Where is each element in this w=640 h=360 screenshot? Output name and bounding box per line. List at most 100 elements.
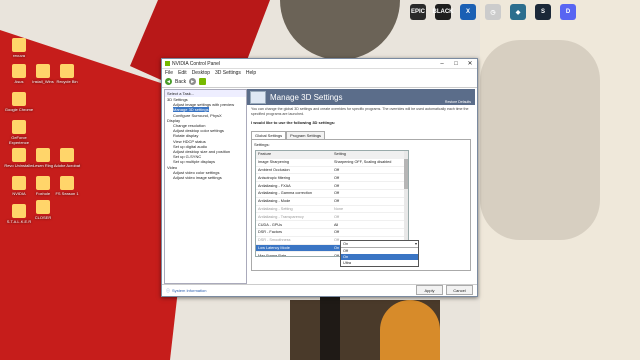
settings-row[interactable]: Antialiasing - Setting None [256, 206, 408, 214]
tree-item[interactable]: Adjust video image settings [165, 175, 246, 180]
settings-row[interactable]: Antialiasing - Transparency Off [256, 213, 408, 222]
apply-button[interactable]: Apply [416, 285, 443, 295]
desktop-icon-label: GeForce Experience [8, 135, 29, 145]
desktop-icon[interactable]: Foxhole [26, 176, 60, 196]
tab-global-settings[interactable]: Global Settings [251, 131, 287, 139]
dropdown-current[interactable]: On ▾ [341, 241, 418, 248]
folder-icon [12, 64, 26, 78]
game-icon[interactable]: ◆ [510, 4, 526, 20]
settings-row[interactable]: Antialiasing - FXAA Off [256, 182, 408, 190]
settings-feature: DSR - Factors [258, 230, 283, 235]
folder-icon [36, 64, 50, 78]
settings-value: Off [334, 230, 339, 235]
clock-icon[interactable]: ◷ [485, 4, 501, 20]
desktop-icon[interactable]: Google Chrome [2, 92, 36, 112]
low-latency-mode-dropdown[interactable]: On ▾ Off On Ultra [340, 240, 419, 267]
tab-program-settings[interactable]: Program Settings [286, 131, 326, 139]
window-titlebar[interactable]: NVIDIA Control Panel – □ ✕ [162, 59, 477, 69]
page-description: You can change the global 3D settings an… [251, 107, 469, 116]
desktop-icon[interactable]: Recycle Bin [50, 64, 84, 84]
settings-feature: CUDA - GPUs [258, 222, 283, 227]
menu-3d-settings[interactable]: 3D Settings [215, 70, 241, 76]
settings-row[interactable]: Ambient Occlusion Off [256, 167, 408, 175]
back-arrow-icon[interactable]: ◄ [165, 78, 172, 85]
nvidia-control-panel-window: NVIDIA Control Panel – □ ✕ File Edit Des… [161, 58, 478, 297]
xbox-icon[interactable]: X [460, 4, 476, 20]
system-information-link[interactable]: ⓘ System Information [166, 288, 206, 294]
grid-header: Feature Setting [256, 151, 408, 159]
restore-defaults-link[interactable]: Restore Defaults [445, 100, 471, 104]
menu-edit[interactable]: Edit [178, 70, 187, 76]
forward-arrow-icon[interactable]: ► [189, 78, 197, 85]
minimize-icon[interactable]: – [435, 61, 449, 67]
menu-desktop[interactable]: Desktop [192, 70, 210, 76]
wallpaper-helmet [280, 0, 400, 60]
desktop-icon[interactable]: recuva [2, 38, 36, 58]
task-panel-header: Select a Task... [165, 90, 246, 97]
folder-icon [36, 148, 50, 162]
settings-feature: Low Latency Mode [258, 245, 290, 250]
desktop-icon[interactable]: S.T.A.L.K.E.R [2, 204, 36, 224]
folder-icon [12, 38, 26, 52]
close-icon[interactable]: ✕ [463, 60, 477, 67]
settings-value: Off [334, 167, 339, 172]
settings-feature: Ambient Occlusion [258, 167, 290, 172]
home-icon[interactable] [199, 78, 207, 85]
folder-icon [12, 148, 26, 162]
settings-value: All [334, 222, 339, 227]
settings-value: Off [334, 199, 339, 204]
desktop-icon-label: Recycle Bin [56, 79, 78, 84]
settings-row[interactable]: Antialiasing - Mode Off [256, 198, 408, 206]
folder-icon [12, 176, 26, 190]
menu-bar: File Edit Desktop 3D Settings Help [162, 69, 477, 76]
system-information-label: System Information [172, 288, 207, 293]
settings-feature: Antialiasing - Mode [258, 199, 291, 204]
desktop-icon-label: S.T.A.L.K.E.R [6, 219, 32, 224]
info-icon: ⓘ [166, 287, 170, 293]
epic-icon[interactable]: EPIC [410, 4, 426, 20]
desktop-icon[interactable]: GeForce Experience [2, 120, 36, 145]
settings-value: Off [334, 214, 339, 219]
tree-item-label: Configure Surround, PhysX [173, 112, 222, 118]
folder-icon [12, 92, 26, 106]
settings-label: Settings: [254, 142, 270, 147]
black-flag-icon[interactable]: BLACK [433, 4, 454, 20]
settings-row[interactable]: CUDA - GPUs All [256, 221, 408, 229]
back-label[interactable]: Back [175, 79, 186, 85]
banner: Manage 3D Settings Restore Defaults [247, 89, 475, 105]
settings-row[interactable]: Anisotropic filtering Off [256, 174, 408, 183]
desktop-icon-label: Foxhole [35, 191, 51, 196]
cancel-button[interactable]: Cancel [446, 285, 473, 295]
folder-icon [36, 200, 50, 214]
nvidia-logo-icon [165, 61, 170, 66]
folder-icon [60, 148, 74, 162]
wallpaper-gun [320, 296, 340, 360]
folder-icon [36, 176, 50, 190]
folder-icon [12, 120, 26, 134]
3d-settings-icon [250, 90, 266, 104]
tree-item-label: Set up multiple displays [173, 159, 216, 165]
settings-feature: Antialiasing - Gamma correction [258, 191, 313, 196]
desktop-icon[interactable]: Adobe Acrobat [50, 148, 84, 168]
settings-row[interactable]: Image Sharpening Sharpening OFF, Scaling … [256, 159, 408, 167]
settings-row[interactable]: Antialiasing - Gamma correction Off [256, 190, 408, 198]
scrollbar-thumb[interactable] [404, 159, 408, 189]
menu-file[interactable]: File [165, 70, 173, 76]
settings-feature: Image Sharpening [258, 160, 290, 165]
desktop-icon-label: recuva [12, 53, 25, 58]
chevron-down-icon[interactable]: ▾ [415, 241, 417, 246]
steam-icon[interactable]: S [535, 4, 551, 20]
discord-icon[interactable]: D [560, 4, 576, 20]
task-panel: Select a Task... 3D Settings Adjust image… [164, 89, 247, 284]
dropdown-option[interactable]: Ultra [341, 260, 418, 266]
menu-help[interactable]: Help [246, 70, 256, 76]
settings-feature: Antialiasing - Setting [258, 206, 293, 211]
grid-header-setting: Setting [334, 152, 346, 157]
page-title: Manage 3D Settings [270, 92, 343, 102]
desktop-icon-label: Google Chrome [4, 107, 34, 112]
settings-value: Off [334, 183, 339, 188]
settings-value: Sharpening OFF, Scaling disabled [334, 160, 392, 165]
settings-row[interactable]: DSR - Factors Off [256, 229, 408, 237]
folder-icon [12, 204, 26, 218]
maximize-icon[interactable]: □ [449, 61, 463, 67]
